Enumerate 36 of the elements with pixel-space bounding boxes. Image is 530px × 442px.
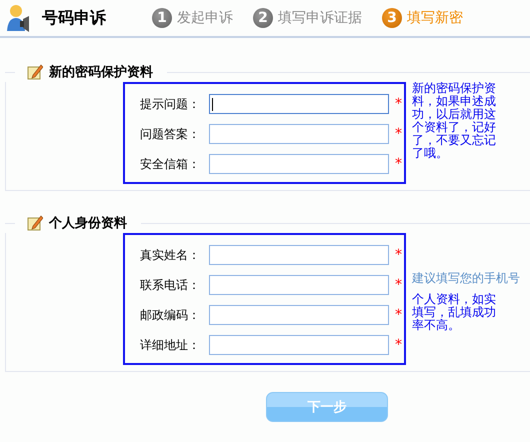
input-field[interactable]	[209, 245, 389, 265]
field-label: 邮政编码：	[139, 306, 200, 324]
field-label: 真实姓名：	[139, 246, 200, 264]
required-mark: *	[395, 337, 402, 353]
section-title: 个人身份资料	[49, 215, 127, 232]
step-label: 填写新密	[407, 9, 463, 27]
required-mark: *	[395, 126, 402, 142]
field-label: 联系电话：	[139, 276, 200, 294]
input-field[interactable]	[209, 124, 389, 144]
pencil-note-icon	[27, 64, 43, 80]
step-number-icon: 1	[152, 8, 172, 28]
required-mark: *	[395, 277, 402, 293]
next-button[interactable]: 下一步	[266, 392, 388, 422]
section-title: 新的密码保护资料	[49, 64, 153, 81]
required-mark: *	[395, 307, 402, 323]
page-title: 号码申诉	[42, 8, 106, 28]
input-field[interactable]	[209, 335, 389, 355]
step-number-icon: 2	[253, 8, 273, 28]
input-field[interactable]	[209, 275, 389, 295]
input-field[interactable]	[209, 94, 389, 114]
required-mark: *	[395, 247, 402, 263]
section-note: 新的密码保护资料，如果申述成功，以后就用这个资料了，记好了，不要又忘记了哦。	[412, 82, 497, 160]
field-label: 安全信箱：	[139, 156, 200, 172]
pencil-note-icon	[27, 215, 43, 231]
step-label: 发起申诉	[177, 9, 233, 27]
required-mark: *	[395, 156, 402, 172]
field-label: 提示问题：	[139, 96, 200, 112]
required-mark: *	[395, 96, 402, 112]
field-hint: 建议填写您的手机号	[412, 270, 520, 286]
step-label: 填写申诉证据	[278, 9, 362, 27]
section-note: 个人资料，如实填写，乱填成功率不高。	[412, 293, 497, 332]
step-number-icon: 3	[382, 8, 402, 28]
input-field[interactable]	[209, 154, 389, 174]
input-field[interactable]	[209, 305, 389, 325]
field-label: 问题答案：	[139, 126, 200, 142]
field-label: 详细地址：	[139, 336, 200, 354]
